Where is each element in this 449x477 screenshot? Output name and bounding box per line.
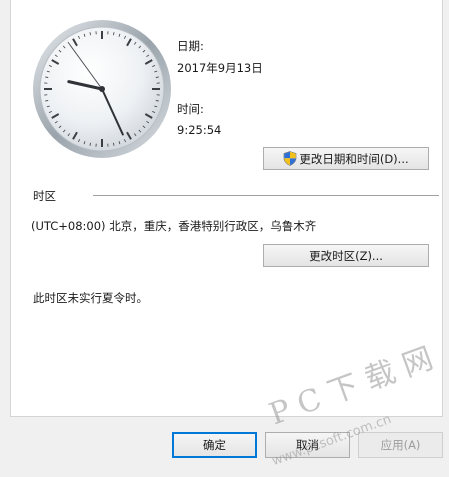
apply-button[interactable]: 应用(A) — [358, 432, 443, 458]
ok-label: 确定 — [203, 438, 226, 452]
time-value: 9:25:54 — [177, 123, 222, 137]
timezone-divider — [93, 195, 439, 196]
change-timezone-button[interactable]: 更改时区(Z)... — [263, 244, 429, 267]
time-label: 时间: — [177, 102, 204, 116]
cancel-label: 取消 — [296, 438, 319, 452]
ok-button[interactable]: 确定 — [172, 432, 257, 458]
date-value: 2017年9月13日 — [177, 61, 263, 75]
change-datetime-label: 更改日期和时间(D)... — [299, 151, 409, 166]
change-timezone-label: 更改时区(Z)... — [309, 248, 383, 263]
timezone-section-label: 时区 — [33, 189, 56, 203]
apply-label: 应用(A) — [380, 438, 421, 452]
analog-clock-icon — [33, 20, 171, 158]
cancel-button[interactable]: 取消 — [265, 432, 350, 458]
date-label: 日期: — [177, 39, 204, 53]
dst-note: 此时区未实行夏令时。 — [33, 291, 148, 305]
uac-shield-icon — [284, 151, 297, 166]
date-time-dialog: 日期: 2017年9月13日 时间: 9:25:54 更改日期和时间(D)...… — [0, 0, 449, 477]
change-datetime-button[interactable]: 更改日期和时间(D)... — [263, 147, 429, 170]
current-timezone: (UTC+08:00) 北京，重庆，香港特别行政区，乌鲁木齐 — [31, 219, 317, 233]
date-time-tab-panel: 日期: 2017年9月13日 时间: 9:25:54 更改日期和时间(D)...… — [10, 0, 443, 417]
